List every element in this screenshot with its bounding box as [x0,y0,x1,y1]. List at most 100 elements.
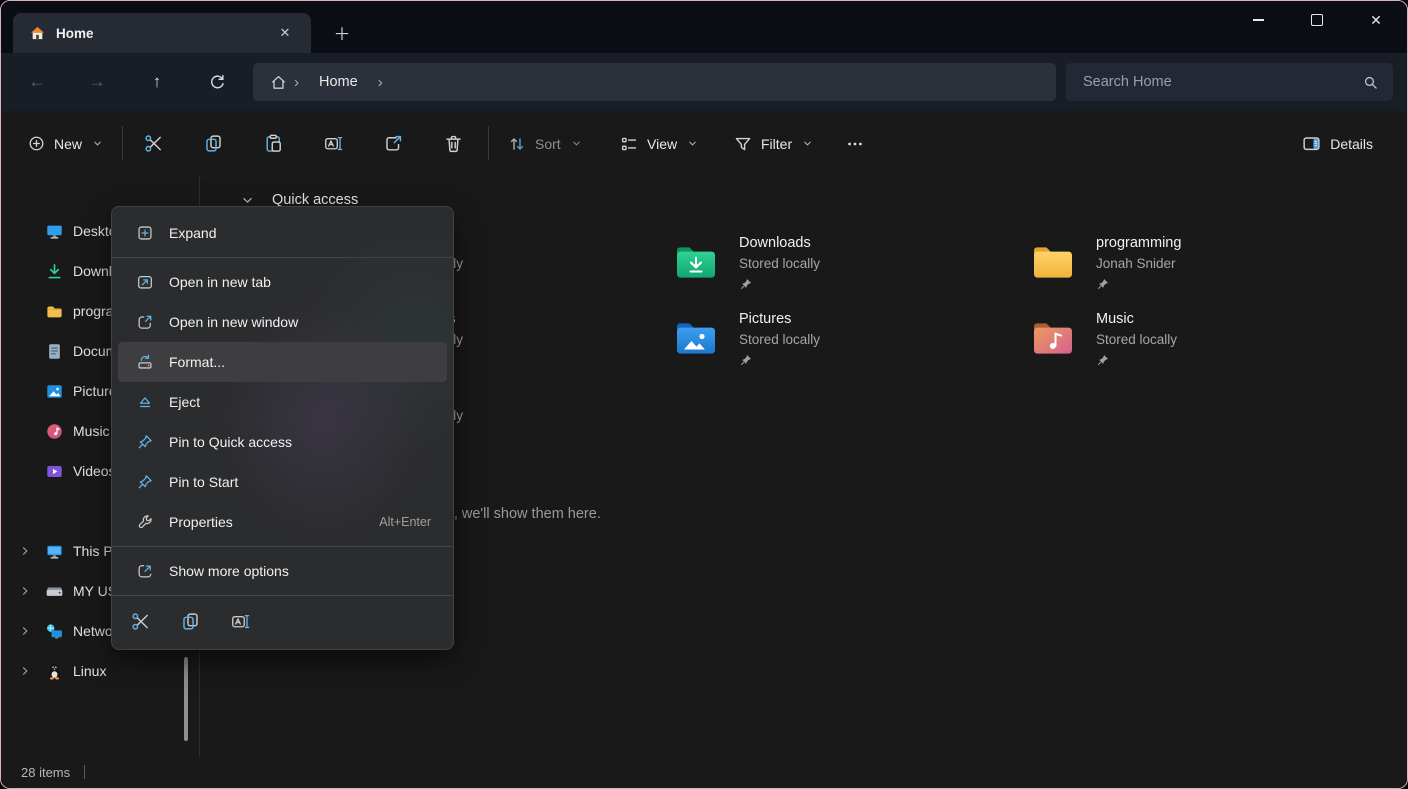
filter-button[interactable]: Filter [723,125,823,162]
chevron-right-icon[interactable] [19,625,31,637]
view-label: View [647,136,677,152]
more-options-button[interactable] [836,125,873,162]
usb-drive-icon [45,582,64,601]
new-button[interactable]: New [17,125,113,162]
expand-icon [136,224,154,242]
close-button[interactable]: ✕ [1353,3,1399,37]
forward-button[interactable]: → [79,64,115,100]
toolbar-divider [488,126,489,160]
refresh-icon [208,73,227,92]
items-count: 28 items [21,765,70,780]
cut-button[interactable] [123,604,157,638]
menu-item-open-in-new-tab[interactable]: Open in new tab [118,262,447,302]
format-drive-icon [136,353,154,371]
status-divider [84,765,85,779]
menu-separator [112,595,453,596]
command-toolbar: New Sort [1,111,1407,177]
maximize-button[interactable] [1294,3,1340,37]
view-button[interactable]: View [609,125,708,162]
sidebar-scrollbar-thumb[interactable] [184,657,188,741]
copy-button[interactable] [173,604,207,638]
details-label: Details [1330,136,1373,152]
tab-close-icon[interactable]: ✕ [273,21,297,45]
breadcrumb-segment[interactable]: Home [319,74,358,90]
pin-icon [136,473,154,491]
search-box [1066,63,1393,101]
details-pane-icon [1301,133,1322,154]
search-icon[interactable] [1362,74,1379,91]
chevron-down-icon [802,138,813,149]
ellipsis-icon [845,134,865,154]
tile-music[interactable]: Music Stored locally [1030,305,1370,381]
pictures-folder-icon [673,317,719,361]
back-button[interactable]: ← [19,64,55,100]
pin-icon [136,433,154,451]
downloads-folder-icon [673,241,719,285]
chevron-right-icon[interactable] [19,545,31,557]
menu-item-format[interactable]: Format... [118,342,447,382]
tile-pictures[interactable]: Pictures Stored locally [673,305,1013,381]
rename-button[interactable] [315,125,352,162]
maximize-icon [1311,14,1323,26]
wrench-icon [136,513,154,531]
file-explorer-window: Home ✕ ＋ ✕ ← → ↑ › Home › [0,0,1408,789]
show-more-icon [136,562,154,580]
copy-button[interactable] [195,125,232,162]
menu-item-open-in-new-window[interactable]: Open in new window [118,302,447,342]
minimize-button[interactable] [1235,3,1281,37]
tile-programming[interactable]: programming Jonah Snider [1030,229,1370,305]
downloads-icon [45,262,64,281]
sort-label: Sort [535,136,561,152]
paste-button[interactable] [255,125,292,162]
details-button[interactable]: Details [1291,125,1383,162]
cut-icon [130,611,151,632]
rename-button[interactable] [223,604,257,638]
chevron-right-icon[interactable] [19,665,31,677]
toolbar-divider [122,126,123,160]
menu-item-pin-to-start[interactable]: Pin to Start [118,462,447,502]
chevron-down-icon [571,138,582,149]
status-bar: 28 items [1,756,1407,788]
title-bar: Home ✕ ＋ ✕ [1,1,1407,53]
menu-item-pin-to-quick-access[interactable]: Pin to Quick access [118,422,447,462]
home-icon [29,25,46,42]
menu-item-show-more-options[interactable]: Show more options [118,551,447,591]
sort-button[interactable]: Sort [497,125,592,162]
menu-item-expand[interactable]: Expand [118,213,447,253]
up-button[interactable]: ↑ [139,64,175,100]
menu-item-eject[interactable]: Eject [118,382,447,422]
new-window-icon [136,313,154,331]
chevron-down-icon [92,138,103,149]
delete-icon [443,133,464,154]
breadcrumb-chevron-icon: › [378,74,383,91]
copy-icon [180,611,201,632]
search-input[interactable] [1081,73,1362,91]
videos-icon [45,462,64,481]
tab-home[interactable]: Home ✕ [13,13,311,53]
pin-icon [1096,277,1110,291]
pin-icon [1096,353,1110,367]
new-tab-icon [136,273,154,291]
tile-downloads[interactable]: Downloads Stored locally [673,229,1013,305]
new-tab-button[interactable]: ＋ [329,19,355,45]
context-menu: Expand Open in new tab Open in new windo… [111,206,454,650]
breadcrumb-home-icon[interactable] [269,73,288,92]
pictures-icon [45,382,64,401]
navigation-bar: ← → ↑ › Home › [1,53,1407,111]
chevron-right-icon[interactable] [19,585,31,597]
sidebar-item-linux[interactable]: Linux [1,651,200,691]
breadcrumb-chevron-icon: › [294,74,299,91]
share-button[interactable] [375,125,412,162]
close-icon: ✕ [1370,13,1382,27]
shortcut-hint: Alt+Enter [379,515,447,529]
delete-button[interactable] [435,125,472,162]
cut-button[interactable] [135,125,172,162]
plus-circle-icon [27,134,46,153]
address-bar[interactable]: › Home › [253,63,1056,101]
menu-item-properties[interactable]: Properties Alt+Enter [118,502,447,542]
refresh-button[interactable] [199,64,235,100]
paste-icon [263,133,284,154]
chevron-down-icon[interactable] [241,194,254,207]
minimize-icon [1253,19,1264,20]
copy-icon [203,133,224,154]
